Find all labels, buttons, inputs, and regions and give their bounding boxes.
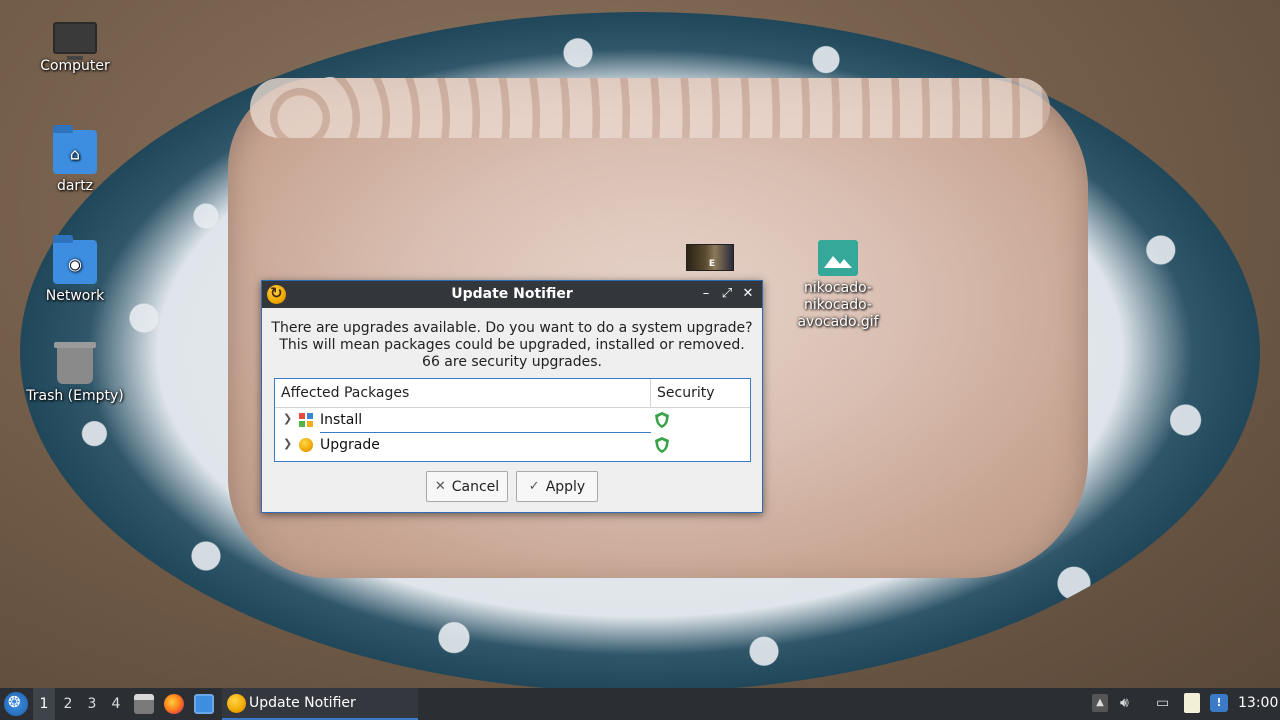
maximize-button[interactable]: ⤢ <box>719 285 735 303</box>
desktop-video-thumbnail[interactable]: E <box>686 244 734 271</box>
taskbar-task-update-notifier[interactable]: Update Notifier <box>222 688 418 720</box>
update-notifier-icon <box>227 694 246 713</box>
trash-icon <box>54 342 96 384</box>
apply-button-label: Apply <box>545 478 586 495</box>
cancel-x-icon: ✕ <box>434 479 446 494</box>
volume-icon[interactable]: 🔊︎ <box>1120 695 1129 711</box>
desktop-icon-label: Trash (Empty) <box>26 388 124 404</box>
desktop-icon-gif[interactable]: nikocado- nikocado- avocado.gif <box>788 240 888 331</box>
tray-expand-icon[interactable]: ▲ <box>1092 694 1108 712</box>
thumbnail-badge: E <box>708 259 715 269</box>
clipboard-icon[interactable] <box>1184 693 1200 713</box>
start-menu-button[interactable] <box>4 692 28 716</box>
dialog-title: Update Notifier <box>451 286 573 302</box>
tree-header: Affected Packages Security <box>275 379 750 408</box>
desktop-icon-home[interactable]: ⌂ dartz <box>25 125 125 195</box>
dialog-titlebar[interactable]: Update Notifier – ⤢ ✕ <box>262 281 762 308</box>
desktop-icon-network[interactable]: ◉ Network <box>25 235 125 305</box>
network-icon: ◉ <box>53 235 97 284</box>
workspace-4[interactable]: 4 <box>105 688 127 720</box>
message-line: There are upgrades available. Do you wan… <box>271 320 753 336</box>
update-tray-icon[interactable]: ! <box>1210 694 1228 712</box>
tree-row-upgrade[interactable]: ❯ Upgrade <box>275 433 750 458</box>
row-label: Upgrade <box>320 437 380 453</box>
display-icon[interactable]: ▭ <box>1156 695 1169 711</box>
checkmark-icon: ✓ <box>528 479 540 494</box>
desktop-icon-label: Computer <box>40 58 110 74</box>
update-notifier-dialog: Update Notifier – ⤢ ✕ There are upgrades… <box>261 280 763 513</box>
desktop-icon-label: nikocado- <box>804 297 872 313</box>
packages-tree[interactable]: Affected Packages Security ❯ Install ❯ U… <box>274 378 751 462</box>
desktop-icon-label: avocado.gif <box>797 314 879 330</box>
desktop-icon-label: dartz <box>56 178 94 194</box>
column-header-packages[interactable]: Affected Packages <box>281 385 409 401</box>
workspace-3[interactable]: 3 <box>81 688 103 720</box>
taskbar: 1 2 3 4 Update Notifier ▲ 🔊︎ ▭ ! 13:00 <box>0 688 1280 720</box>
upgrade-icon <box>299 438 313 452</box>
close-button[interactable]: ✕ <box>740 285 756 303</box>
workspace-1[interactable]: 1 <box>33 688 55 720</box>
expand-arrow-icon[interactable]: ❯ <box>283 412 292 425</box>
row-label: Install <box>320 412 363 428</box>
desktop-icon-label: nikocado- <box>804 280 872 296</box>
task-label: Update Notifier <box>249 695 356 711</box>
home-folder-icon: ⌂ <box>53 125 97 174</box>
message-line: 66 are security upgrades. <box>422 354 602 370</box>
message-line: This will mean packages could be upgrade… <box>279 337 745 353</box>
workspace-2[interactable]: 2 <box>57 688 79 720</box>
desktop-icon-computer[interactable]: Computer <box>25 18 125 75</box>
cancel-button-label: Cancel <box>451 478 500 495</box>
show-desktop-icon[interactable] <box>194 694 214 714</box>
shield-icon <box>655 437 669 453</box>
cancel-button[interactable]: ✕ Cancel <box>426 471 508 502</box>
image-file-icon <box>818 240 858 276</box>
wallpaper-food-ridges <box>250 78 1050 138</box>
minimize-button[interactable]: – <box>698 285 714 303</box>
shield-icon <box>655 412 669 428</box>
tree-row-install[interactable]: ❯ Install <box>275 408 750 433</box>
column-divider[interactable] <box>650 379 651 408</box>
desktop-icon-trash[interactable]: Trash (Empty) <box>25 342 125 405</box>
firefox-icon[interactable] <box>164 694 184 714</box>
dialog-message: There are upgrades available. Do you wan… <box>262 320 762 371</box>
computer-icon <box>53 22 97 60</box>
apply-button[interactable]: ✓ Apply <box>516 471 598 502</box>
install-icon <box>299 413 313 427</box>
clock[interactable]: 13:00 <box>1238 695 1278 711</box>
file-manager-icon[interactable] <box>134 694 154 714</box>
desktop-icon-label: Network <box>45 288 105 304</box>
column-header-security[interactable]: Security <box>657 385 715 401</box>
expand-arrow-icon[interactable]: ❯ <box>283 437 292 450</box>
